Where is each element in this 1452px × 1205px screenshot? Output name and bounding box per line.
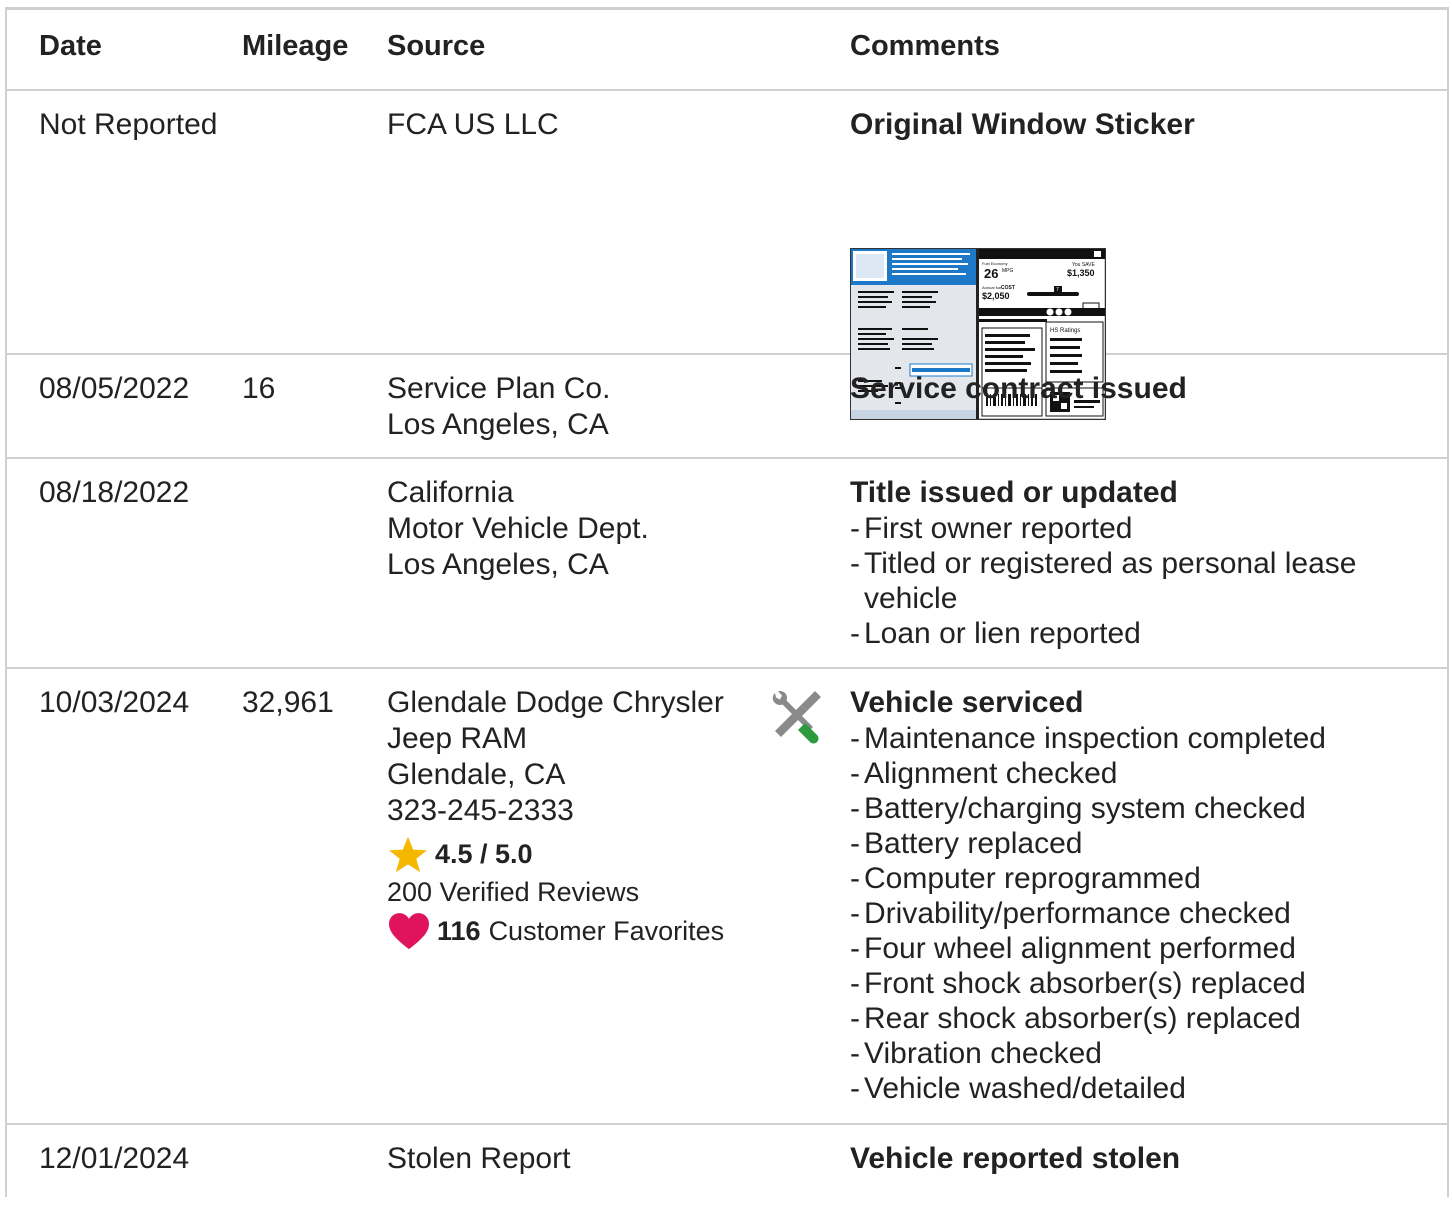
svg-text:Annual fuel: Annual fuel — [982, 285, 1002, 290]
header-source: Source — [387, 30, 486, 62]
list-item: Rear shock absorber(s) replaced — [850, 1001, 1410, 1036]
record-source: FCA US LLC — [387, 108, 559, 141]
table-row: 12/01/2024 Stolen Report Vehicle reporte… — [7, 1125, 1447, 1205]
comment-block: Title issued or updated First owner repo… — [850, 475, 1410, 651]
table-header-row: Date Mileage Source Comments — [7, 10, 1447, 91]
list-item: Battery/charging system checked — [850, 791, 1410, 826]
record-date: 12/01/2024 — [39, 1142, 190, 1175]
record-date: 08/05/2022 — [39, 372, 190, 405]
dealer-rating[interactable]: 4.5 / 5.0 — [387, 835, 767, 873]
star-icon — [389, 836, 427, 873]
comment-details-list: First owner reported Titled or registere… — [850, 511, 1410, 651]
table-row: 08/05/2022 16 Service Plan Co. Los Angel… — [7, 355, 1447, 459]
comment-details-list: Maintenance inspection completed Alignme… — [850, 721, 1410, 1106]
list-item: Front shock absorber(s) replaced — [850, 966, 1410, 1001]
comment-title: Vehicle reported stolen — [850, 1142, 1181, 1175]
verified-reviews-link[interactable]: 200 Verified Reviews — [387, 875, 767, 909]
favorites-label: Customer Favorites — [488, 916, 725, 946]
list-item: First owner reported — [850, 511, 1410, 546]
record-date: Not Reported — [39, 108, 218, 141]
record-source: Glendale Dodge Chrysler Jeep RAM Glendal… — [387, 685, 767, 951]
customer-favorites: 116 Customer Favorites — [387, 911, 767, 951]
favorites-count: 116 — [437, 916, 481, 946]
record-date: 10/03/2024 — [39, 686, 190, 719]
dealer-name-line2: Jeep RAM — [387, 722, 528, 755]
rating-value: 4.5 / 5.0 — [435, 839, 533, 869]
header-date: Date — [39, 30, 102, 62]
record-source: Stolen Report — [387, 1142, 571, 1175]
list-item: Battery replaced — [850, 826, 1410, 861]
list-item: Vehicle washed/detailed — [850, 1071, 1410, 1106]
list-item: Alignment checked — [850, 756, 1410, 791]
comment-block: Vehicle serviced Maintenance inspection … — [850, 685, 1410, 1106]
heart-icon — [389, 913, 429, 950]
wrench-screwdriver-icon — [772, 691, 821, 744]
list-item: Vibration checked — [850, 1036, 1410, 1071]
comment-title: Original Window Sticker — [850, 108, 1195, 141]
record-date: 08/18/2022 — [39, 476, 190, 509]
vehicle-history-table: Date Mileage Source Comments Not Reporte… — [5, 7, 1449, 1197]
table-row: 10/03/2024 32,961 Glendale Dodge Chrysle… — [7, 669, 1447, 1125]
svg-text:7: 7 — [1056, 287, 1059, 293]
svg-text:MPG: MPG — [1002, 268, 1014, 274]
list-item: Computer reprogrammed — [850, 861, 1410, 896]
dealer-phone[interactable]: 323-245-2333 — [387, 793, 767, 829]
header-comments: Comments — [850, 30, 1000, 62]
table-row: Not Reported FCA US LLC Original Window … — [7, 91, 1447, 420]
dealer-location: Glendale, CA — [387, 758, 566, 791]
list-item: Loan or lien reported — [850, 616, 1410, 651]
svg-text:HS Ratings: HS Ratings — [1050, 328, 1080, 334]
comment-title: Service contract issued — [850, 372, 1187, 405]
list-item: Titled or registered as personal lease v… — [850, 546, 1410, 616]
list-item: Drivability/performance checked — [850, 896, 1410, 931]
svg-text:26: 26 — [984, 266, 998, 281]
record-mileage: 32,961 — [242, 686, 334, 719]
svg-text:$1,350: $1,350 — [1067, 268, 1095, 278]
record-source: Service Plan Co. Los Angeles, CA — [387, 372, 611, 441]
list-item: Maintenance inspection completed — [850, 721, 1410, 756]
svg-text:$2,050: $2,050 — [982, 291, 1010, 301]
list-item: Four wheel alignment performed — [850, 931, 1410, 966]
comment-title: Vehicle serviced — [850, 686, 1084, 719]
table-row: 08/18/2022 California Motor Vehicle Dept… — [7, 459, 1447, 669]
record-mileage: 16 — [242, 372, 276, 405]
comment-title: Title issued or updated — [850, 476, 1178, 509]
dealer-name-link[interactable]: Glendale Dodge Chrysler — [387, 685, 767, 721]
record-source: California Motor Vehicle Dept. Los Angel… — [387, 476, 649, 581]
header-mileage: Mileage — [242, 30, 349, 62]
